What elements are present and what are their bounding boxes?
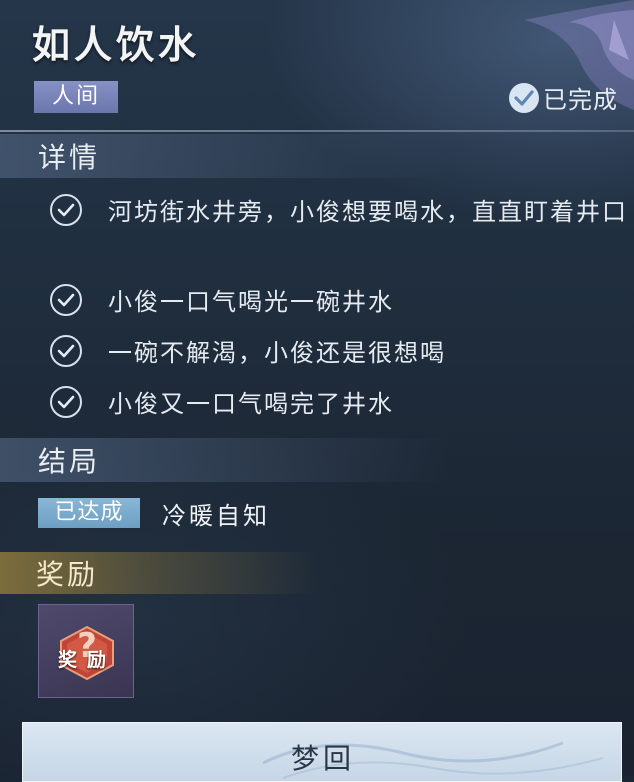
check-icon [50,335,82,367]
check-icon [50,194,82,226]
list-item: 一碗不解渴，小俊还是很想喝 [50,335,628,371]
quest-panel: 如人饮水 人间 已完成 详情 河坊街水井旁，小俊想要喝水，直直盯着井口 小俊一口… [0,0,634,782]
reward-item-label: 奖励 [57,649,116,671]
detail-text: 一碗不解渴，小俊还是很想喝 [108,339,446,367]
reward-heading: 奖励 [36,558,99,591]
reward-item-card[interactable]: ? 奖励 [38,604,134,698]
dream-button-label: 梦回 [290,742,355,775]
header-divider [0,130,634,132]
dream-replay-button[interactable]: 梦回 [22,722,622,782]
list-item: 小俊又一口气喝完了井水 [50,386,628,422]
detail-text: 小俊又一口气喝完了井水 [108,390,394,418]
completion-status: 已完成 [509,80,618,115]
ending-achieved-badge: 已达成 [38,498,140,528]
category-tag: 人间 [34,81,118,113]
status-label: 已完成 [543,86,618,114]
completed-check-icon [509,82,539,113]
quest-title: 如人饮水 [32,23,201,67]
check-icon [50,284,82,316]
detail-text: 小俊一口气喝光一碗井水 [108,288,394,316]
check-icon [50,386,82,418]
list-item: 河坊街水井旁，小俊想要喝水，直直盯着井口 [50,194,628,230]
detail-text: 河坊街水井旁，小俊想要喝水，直直盯着井口 [108,198,628,226]
ending-name: 冷暖自知 [162,502,270,530]
list-item: 小俊一口气喝光一碗井水 [50,284,628,320]
ending-heading: 结局 [38,445,101,478]
details-heading: 详情 [38,141,101,174]
